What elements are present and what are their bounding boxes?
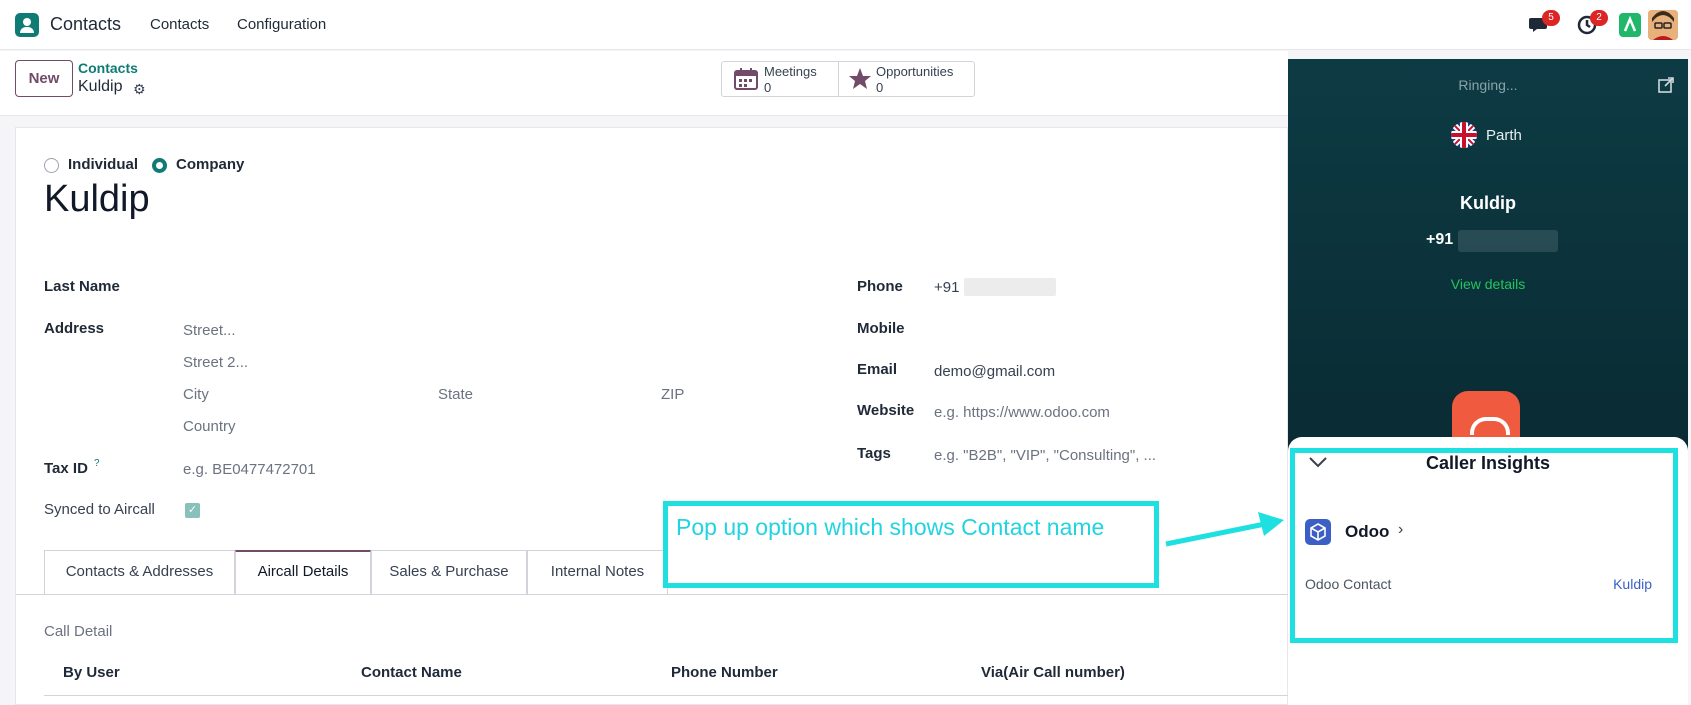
annotation-text: Pop up option which shows Contact name [676,514,1105,540]
meetings-label: Meetings [764,64,817,79]
street-field[interactable]: Street... [183,322,236,339]
record-name: Kuldip [78,78,123,95]
phone-field[interactable]: +91 [934,279,959,296]
caller-number: +91 [1426,231,1454,248]
company-label[interactable]: Company [176,156,244,173]
number-redacted [1458,230,1558,252]
tab-aircall-details[interactable]: Aircall Details [235,550,371,594]
meetings-smart-button[interactable]: Meetings 0 [722,62,839,96]
agent-name: Parth [1486,127,1522,144]
messages-badge: 5 [1542,10,1560,26]
col-via-aircall-number[interactable]: Via(Air Call number) [981,664,1125,681]
aircall-icon[interactable] [1619,13,1641,37]
uk-flag-icon [1450,121,1478,153]
email-field[interactable]: demo@gmail.com [934,363,1055,380]
tax-id-label: Tax ID [44,460,88,477]
table-header-divider [44,695,1289,696]
opportunities-count: 0 [876,80,884,95]
mobile-label: Mobile [857,320,905,337]
menu-contacts[interactable]: Contacts [150,16,209,33]
annotation-arrow [1165,512,1284,547]
phone-redacted [964,278,1056,296]
last-name-label: Last Name [44,278,120,295]
contacts-app-icon[interactable] [15,13,39,37]
breadcrumb[interactable]: Contacts [78,60,138,76]
call-detail-label: Call Detail [44,623,113,640]
tab-internal-notes[interactable]: Internal Notes [527,550,668,594]
user-avatar[interactable] [1648,10,1678,40]
opportunities-smart-button[interactable]: Opportunities 0 [839,62,974,96]
col-contact-name[interactable]: Contact Name [361,664,462,681]
tax-id-field[interactable]: e.g. BE0477472701 [183,461,316,478]
contact-name-field[interactable]: Kuldip [44,178,150,221]
tab-contacts-addresses[interactable]: Contacts & Addresses [44,550,235,594]
email-label: Email [857,361,898,378]
col-phone-number[interactable]: Phone Number [671,664,778,681]
smart-buttons: Meetings 0 Opportunities 0 [721,61,975,97]
app-name[interactable]: Contacts [50,14,121,35]
website-field[interactable]: e.g. https://www.odoo.com [934,404,1110,421]
city-field[interactable]: City [183,386,209,403]
zip-field[interactable]: ZIP [661,386,684,403]
top-navbar: Contacts Contacts Configuration 5 2 [0,0,1691,50]
view-details-link[interactable]: View details [1288,276,1688,292]
synced-checkbox[interactable]: ✓ [185,503,200,518]
gear-icon[interactable]: ⚙ [133,81,146,98]
individual-radio[interactable] [44,158,59,173]
tabs-divider [16,594,1289,595]
country-field[interactable]: Country [183,418,236,435]
opportunities-label: Opportunities [876,64,954,79]
calendar-icon [734,68,758,94]
menu-configuration[interactable]: Configuration [237,16,326,33]
col-by-user[interactable]: By User [63,664,120,681]
website-label: Website [857,402,915,419]
popout-icon[interactable] [1658,77,1674,97]
company-radio[interactable] [152,158,167,173]
street2-field[interactable]: Street 2... [183,354,248,371]
address-label: Address [44,320,105,337]
annotation-box: Pop up option which shows Contact name [663,501,1159,588]
activities-badge: 2 [1590,10,1608,26]
phone-label: Phone [857,278,903,295]
call-status: Ringing... [1458,77,1518,93]
tab-sales-purchase[interactable]: Sales & Purchase [371,550,527,594]
tax-id-help[interactable]: ? [94,458,100,469]
insights-highlight-box [1290,448,1678,643]
star-icon [848,67,872,95]
form-sheet: Individual Company Kuldip Last Name Addr… [15,127,1289,705]
control-panel: New Contacts Kuldip ⚙ Meetings 0 Opportu… [0,51,1288,116]
state-field[interactable]: State [438,386,473,403]
synced-label: Synced to Aircall [44,501,155,518]
individual-label[interactable]: Individual [68,156,138,173]
tags-field[interactable]: e.g. "B2B", "VIP", "Consulting", ... [934,447,1156,464]
caller-name: Kuldip [1460,193,1516,213]
new-button[interactable]: New [15,60,73,97]
meetings-count: 0 [764,80,772,95]
tags-label: Tags [857,445,891,462]
